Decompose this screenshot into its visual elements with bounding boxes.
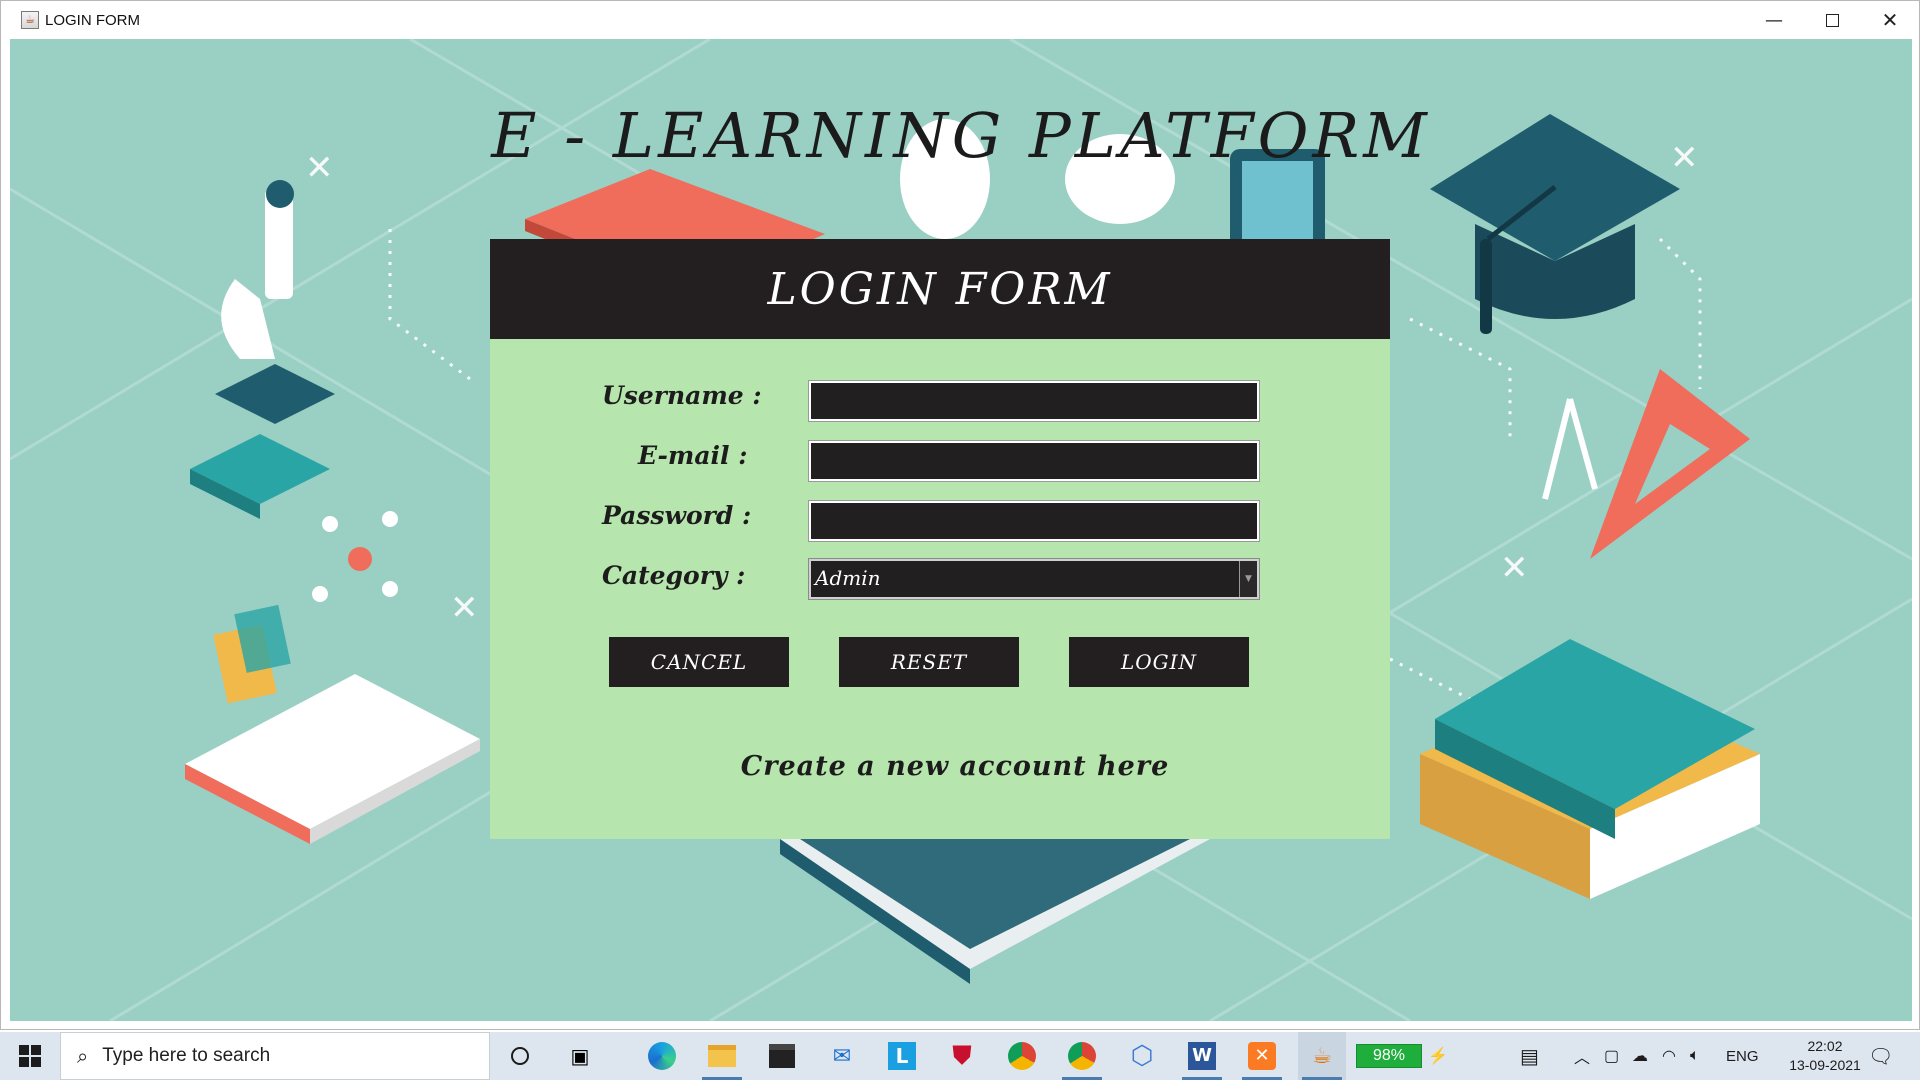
windows-logo-icon [19,1045,41,1067]
notifications-icon[interactable]: 🗨︎ [1868,1032,1893,1080]
word-icon[interactable]: W [1178,1032,1226,1080]
search-icon: ⌕ [77,1044,89,1068]
mcafee-icon[interactable]: ⛊ [938,1032,986,1080]
language-indicator[interactable]: ENG [1726,1032,1759,1080]
platform-heading: E - LEARNING PLATFORM [491,99,1431,172]
login-form-title: LOGIN FORM [767,263,1113,315]
username-label: Username : [602,381,762,410]
create-account-link[interactable]: Create a new account here [490,751,1420,782]
category-selected-value: Admin [815,566,881,590]
protractor-icon [1590,369,1750,559]
reset-button[interactable]: RESET [839,637,1019,687]
task-view-icon[interactable]: ▣ [556,1032,604,1080]
xampp-icon[interactable]: ✕ [1238,1032,1286,1080]
dropdown-arrow-icon[interactable]: ▼ [1239,561,1257,597]
login-button[interactable]: LOGIN [1069,637,1249,687]
battery-indicator[interactable]: 98% ⚡ [1356,1032,1448,1080]
molecule-icon [312,511,398,602]
minimize-button[interactable]: — [1745,1,1803,39]
email-input[interactable] [808,440,1260,482]
close-button[interactable]: ✕ [1861,1,1919,39]
box-app-icon[interactable]: ⬡ [1118,1032,1166,1080]
svg-text:✕: ✕ [450,588,479,628]
chrome-profile-icon[interactable] [1058,1032,1106,1080]
cancel-button[interactable]: CANCEL [609,637,789,687]
java-app-icon: ☕ [21,11,39,29]
maximize-icon [1825,13,1839,27]
category-label: Category : [602,561,746,590]
edge-icon[interactable] [638,1032,686,1080]
book-stack-icon [1420,639,1760,899]
battery-percentage: 98% [1356,1044,1422,1068]
app-window: ☕ LOGIN FORM — ✕ ✕ ✕ ✕ ✕ E - LEARNING PL… [0,0,1920,1030]
microscope-icon [190,180,335,519]
search-placeholder: Type here to search [102,1045,271,1066]
password-input[interactable] [808,500,1260,542]
username-input[interactable] [808,380,1260,422]
login-panel: LOGIN FORM Username : E-mail : Password … [490,239,1390,839]
email-label: E-mail : [638,441,748,470]
title-bar[interactable]: ☕ LOGIN FORM — ✕ [1,1,1919,39]
maximize-button[interactable] [1803,1,1861,39]
mail-icon[interactable]: ✉ [818,1032,866,1080]
news-icon[interactable]: ▤ [1520,1032,1539,1080]
charging-plug-icon: ⚡ [1428,1048,1448,1065]
taskbar-search[interactable]: ⌕ Type here to search [60,1032,490,1080]
chrome-icon[interactable] [998,1032,1046,1080]
store-icon[interactable] [758,1032,806,1080]
clock-date: 13-09-2021 [1789,1057,1861,1073]
login-form-header: LOGIN FORM [490,239,1390,339]
login-canvas: ✕ ✕ ✕ ✕ E - LEARNING PLATFORM LOGIN FORM… [10,39,1912,1021]
l-app-icon[interactable]: L [878,1032,926,1080]
clock-time: 22:02 [1807,1038,1843,1054]
start-button[interactable] [0,1032,60,1080]
clock[interactable]: 22:02 13-09-2021 [1770,1032,1880,1080]
cortana-icon[interactable] [496,1032,544,1080]
svg-text:✕: ✕ [1500,548,1529,588]
volume-icon[interactable]: 🔈︎ [1690,1032,1700,1080]
wifi-icon[interactable]: ◠ [1662,1032,1676,1080]
meet-now-icon[interactable]: ▢ [1604,1032,1619,1080]
compass-icon [1542,398,1598,500]
window-title: LOGIN FORM [45,11,141,29]
password-label: Password : [602,501,752,530]
category-select[interactable]: Admin ▼ [808,558,1260,600]
onedrive-icon[interactable]: ☁ [1632,1032,1648,1080]
file-explorer-icon[interactable] [698,1032,746,1080]
show-hidden-icons[interactable]: ︿ [1574,1032,1590,1080]
java-icon[interactable]: ☕ [1298,1032,1346,1080]
